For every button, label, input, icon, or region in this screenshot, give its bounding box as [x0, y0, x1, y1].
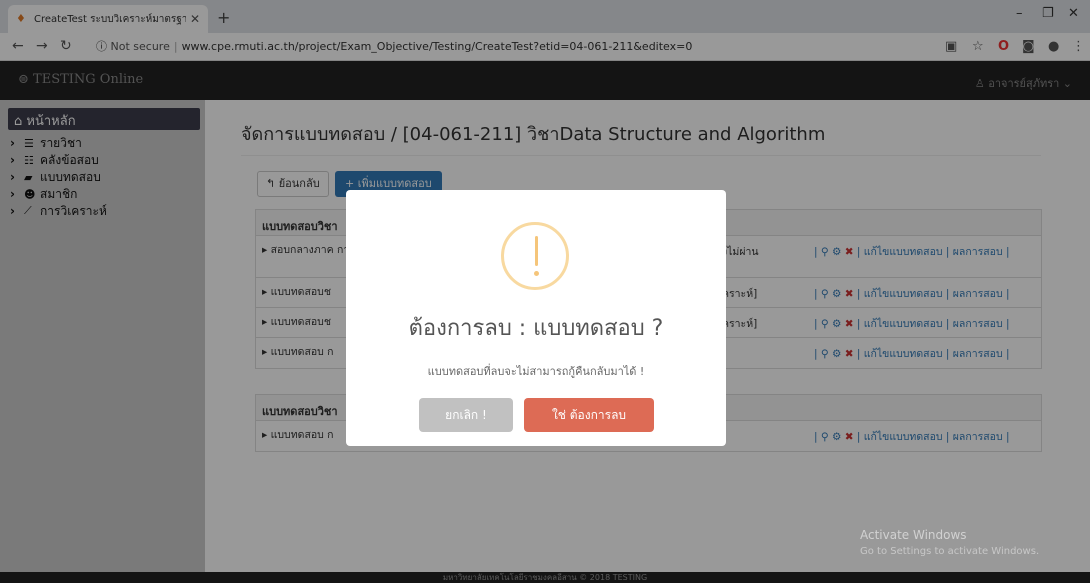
cancel-button[interactable]: ยกเลิก !: [419, 398, 513, 432]
warning-icon-bar: [535, 236, 538, 266]
dialog-message: แบบทดสอบที่ลบจะไม่สามารถกู้คืนกลับมาได้ …: [427, 365, 645, 378]
warning-icon-dot: [534, 271, 539, 276]
warning-icon: [501, 222, 569, 290]
activation-watermark: Activate Windows: [860, 528, 967, 542]
confirm-delete-button[interactable]: ใช่ ต้องการลบ: [524, 398, 654, 432]
confirm-delete-dialog: ต้องการลบ : แบบทดสอบ ? แบบทดสอบที่ลบจะไม…: [346, 190, 726, 446]
dialog-title: ต้องการลบ : แบบทดสอบ ?: [408, 316, 664, 341]
activation-watermark-subtitle: Go to Settings to activate Windows.: [860, 546, 1040, 557]
